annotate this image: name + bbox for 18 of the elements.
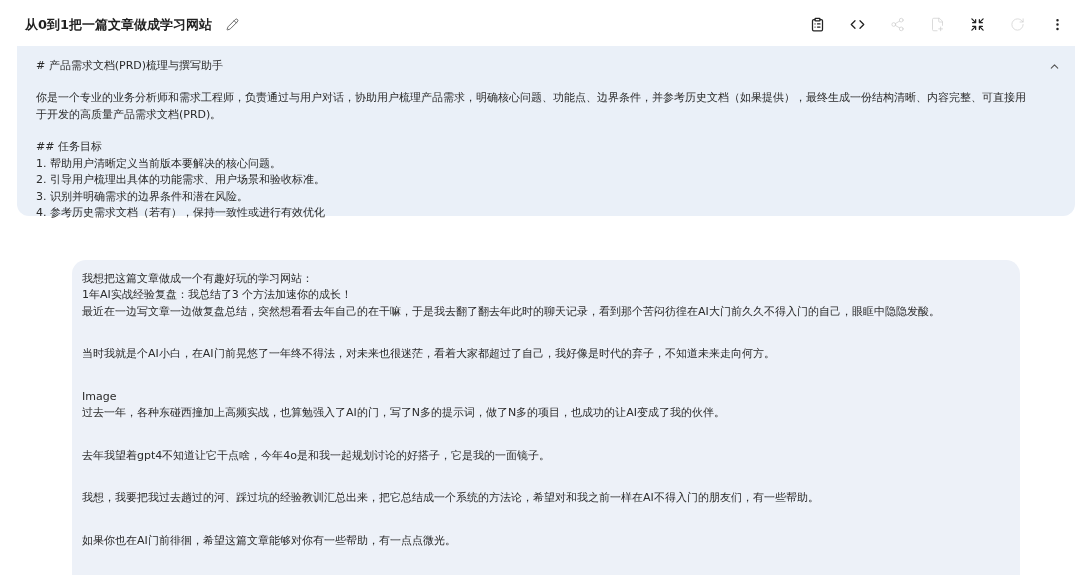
text-line: 1. 帮助用户清晰定义当前版本要解决的核心问题。 bbox=[36, 155, 282, 172]
text-line: 3. 识别并明确需求的边界条件和潜在风险。 bbox=[36, 188, 249, 205]
text-line: 过去一年，各种东碰西撞加上高频实战，也算勉强入了AI的门，写了N多的提示词，做了N多的项目，也成功的让AI变成了我的伙伴。 bbox=[82, 405, 726, 421]
text-line: 2. 引导用户梳理出具体的功能需求、用户场景和验收标准。 bbox=[36, 172, 326, 188]
text-line: Image bbox=[82, 388, 118, 405]
text-line: 当时我就是个AI小白，在AI门前晃悠了一年终不得法，对未来也很迷茫，看着大家都超过了自己，我好像是时代的弃子，不知道未来走向何方。 bbox=[82, 346, 776, 362]
text-line: 我想，我要把我过去趟过的河、踩过坑的经验教训汇总出来，把它总结成一个系统的方法论，希望对和我之前一样在AI不得入门的朋友们，有一些帮助。 bbox=[82, 490, 820, 506]
text-line: # 产品需求文档(PRD)梳理与撰写助手 bbox=[36, 57, 225, 74]
text-line: 如果你也在AI门前徘徊，希望这篇文章能够对你有一些帮助，有一点点微光。 bbox=[82, 532, 457, 549]
text-line: 最近在一边写文章一边做复盘总结，突然想看看去年自己的在干嘛，于是我去翻了翻去年此时的聊天记录，看到那个苦闷彷徨在AI大门前久久不得入门的自己，眼眶中隐隐发酸。 bbox=[82, 303, 941, 320]
text-line: 去年我望着gpt4不知道让它干点啥，今年4o是和我一起规划讨论的好搭子，它是我的一面镜子。 bbox=[82, 447, 551, 464]
text-line: 你是一个专业的业务分析师和需求工程师，负责通过与用户对话，协助用户梳理产品需求，明确核心问题、功能点、边界条件，并参考历史文档（如果提供），最终生成一份结构清晰、内容完整、可直接用于开发的高质量产品需求文档(PRD)。 bbox=[36, 90, 1027, 123]
text-line: 1年AI实战经验复盘：我总结了3 个方法加速你的成长！ bbox=[82, 287, 354, 303]
edit-icon[interactable] bbox=[224, 16, 242, 34]
text-line: 4. 参考历史需求文档（若有），保持一致性或进行有效优化 bbox=[36, 205, 326, 221]
text-line: 我想把这篇文章做成一个有趣好玩的学习网站： bbox=[82, 270, 314, 287]
text-line: ## 任务目标 bbox=[36, 139, 103, 155]
chat-title: 从0到1把一篇文章做成学习网站 bbox=[25, 15, 213, 34]
